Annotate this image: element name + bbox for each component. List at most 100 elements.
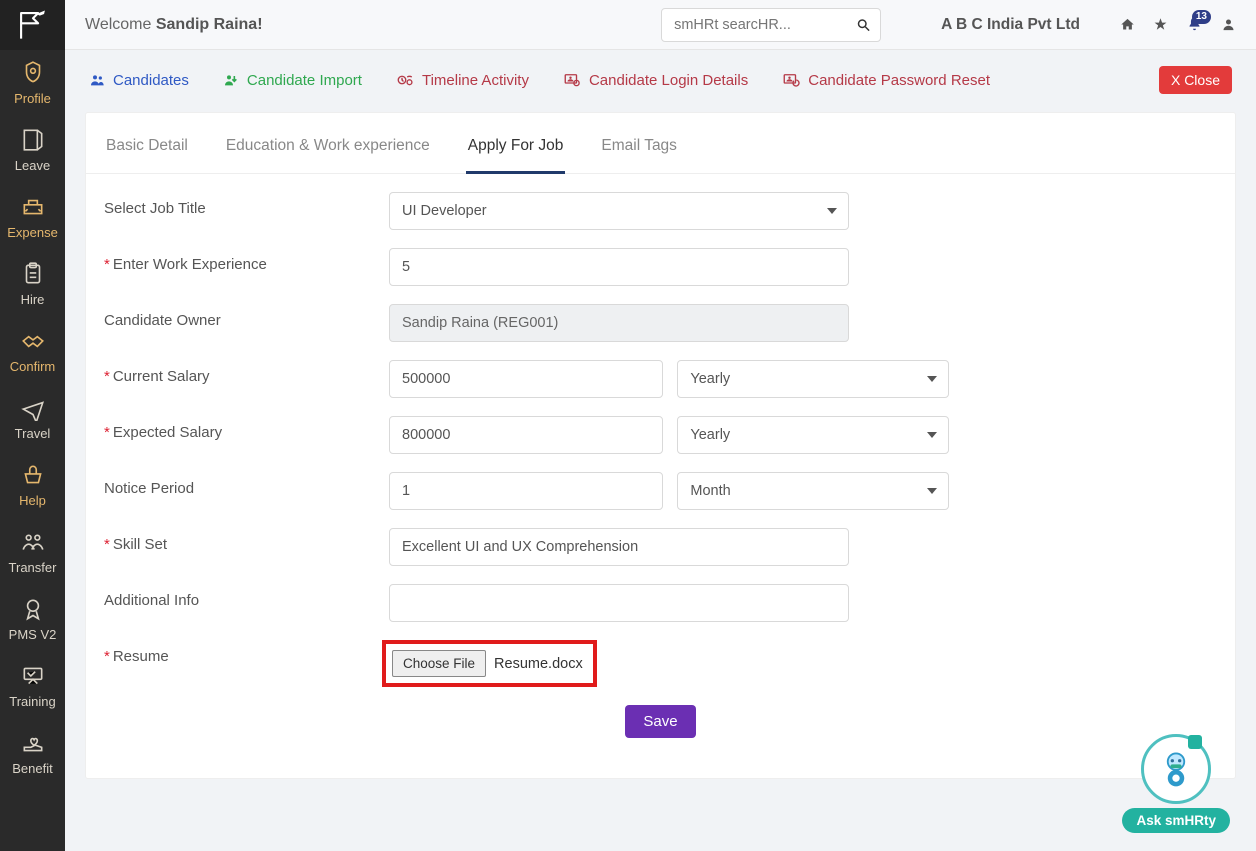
- secnav-candidate-import[interactable]: Candidate Import: [223, 72, 362, 89]
- job-title-select[interactable]: UI Developer: [389, 192, 849, 230]
- login-details-icon: [563, 71, 581, 89]
- expected-salary-period-select[interactable]: Yearly: [677, 416, 949, 454]
- chat-widget[interactable]: Ask smHRty: [1122, 734, 1230, 833]
- close-button[interactable]: X Close: [1159, 66, 1232, 94]
- skill-set-label: *Skill Set: [104, 528, 389, 553]
- owner-label: Candidate Owner: [104, 304, 389, 329]
- sidebar-item-expense[interactable]: Expense: [0, 184, 65, 251]
- chat-avatar[interactable]: [1141, 734, 1211, 804]
- topbar: Welcome Sandip Raina! A B C India Pvt Lt…: [65, 0, 1256, 50]
- expense-icon: [20, 194, 46, 220]
- expected-salary-label: *Expected Salary: [104, 416, 389, 441]
- notification-count: 13: [1192, 10, 1211, 24]
- sidebar-item-training[interactable]: Training: [0, 653, 65, 720]
- current-salary-input[interactable]: [389, 360, 663, 398]
- logo-flag-icon: [16, 8, 50, 42]
- secnav-label: Candidates: [113, 72, 189, 89]
- sidebar-item-label: Transfer: [9, 561, 57, 574]
- tab-education-work[interactable]: Education & Work experience: [224, 137, 432, 174]
- sidebar: Profile Leave Expense Hire Confirm Trave…: [0, 0, 65, 851]
- additional-info-input[interactable]: [389, 584, 849, 622]
- secnav-password-reset[interactable]: Candidate Password Reset: [782, 71, 990, 89]
- secnav-label: Timeline Activity: [422, 72, 529, 89]
- hire-clipboard-icon: [20, 261, 46, 287]
- sidebar-item-label: Travel: [15, 427, 51, 440]
- home-icon[interactable]: [1120, 17, 1135, 32]
- sidebar-item-transfer[interactable]: Transfer: [0, 519, 65, 586]
- search-icon[interactable]: [856, 17, 871, 32]
- chat-label[interactable]: Ask smHRty: [1122, 808, 1230, 833]
- additional-info-label: Additional Info: [104, 584, 389, 609]
- secnav-candidates[interactable]: Candidates: [89, 72, 189, 89]
- star-icon[interactable]: [1153, 17, 1168, 32]
- sidebar-item-label: Hire: [21, 293, 45, 306]
- leave-door-icon: [20, 127, 46, 153]
- benefit-hand-icon: [20, 730, 46, 756]
- choose-file-button[interactable]: Choose File: [392, 650, 486, 677]
- skill-set-input[interactable]: [389, 528, 849, 566]
- notice-period-label: Notice Period: [104, 472, 389, 497]
- sidebar-item-help[interactable]: Help: [0, 452, 65, 519]
- search-wrap: [661, 8, 881, 42]
- timeline-icon: [396, 71, 414, 89]
- sidebar-item-label: PMS V2: [9, 628, 57, 641]
- notice-unit-select[interactable]: Month: [677, 472, 949, 510]
- sidebar-item-label: Leave: [15, 159, 50, 172]
- search-input[interactable]: [661, 8, 881, 42]
- travel-plane-icon: [20, 395, 46, 421]
- import-icon: [223, 72, 239, 88]
- inner-tabs: Basic Detail Education & Work experience…: [86, 113, 1235, 174]
- work-exp-label: *Enter Work Experience: [104, 248, 389, 273]
- help-basket-icon: [20, 462, 46, 488]
- secnav-label: Candidate Login Details: [589, 72, 748, 89]
- welcome-prefix: Welcome: [85, 16, 156, 33]
- sidebar-item-label: Profile: [14, 92, 51, 105]
- welcome-text: Welcome Sandip Raina!: [85, 16, 263, 34]
- confirm-handshake-icon: [20, 328, 46, 354]
- pms-medal-icon: [20, 596, 46, 622]
- resume-file-name: Resume.docx: [494, 656, 583, 672]
- tab-basic-detail[interactable]: Basic Detail: [104, 137, 190, 174]
- sidebar-item-label: Training: [9, 695, 55, 708]
- resume-upload-highlight: Choose File Resume.docx: [382, 640, 597, 687]
- resume-label: *Resume: [104, 640, 389, 665]
- owner-input: [389, 304, 849, 342]
- sidebar-item-label: Benefit: [12, 762, 52, 775]
- company-name: A B C India Pvt Ltd: [941, 16, 1080, 34]
- secondary-nav: Candidates Candidate Import Timeline Act…: [65, 50, 1256, 112]
- sidebar-item-benefit[interactable]: Benefit: [0, 720, 65, 787]
- secnav-label: Candidate Import: [247, 72, 362, 89]
- sidebar-item-confirm[interactable]: Confirm: [0, 318, 65, 385]
- app-logo: [0, 0, 65, 50]
- secnav-login-details[interactable]: Candidate Login Details: [563, 71, 748, 89]
- password-reset-icon: [782, 71, 800, 89]
- main-area: Welcome Sandip Raina! A B C India Pvt Lt…: [65, 0, 1256, 851]
- transfer-people-icon: [20, 529, 46, 555]
- job-title-label: Select Job Title: [104, 192, 389, 217]
- sidebar-item-pms[interactable]: PMS V2: [0, 586, 65, 653]
- current-salary-period-select[interactable]: Yearly: [677, 360, 949, 398]
- expected-salary-input[interactable]: [389, 416, 663, 454]
- notice-value-input[interactable]: [389, 472, 663, 510]
- sidebar-item-hire[interactable]: Hire: [0, 251, 65, 318]
- user-icon[interactable]: [1221, 17, 1236, 32]
- secnav-timeline[interactable]: Timeline Activity: [396, 71, 529, 89]
- sidebar-item-profile[interactable]: Profile: [0, 50, 65, 117]
- candidate-card: Basic Detail Education & Work experience…: [85, 112, 1236, 779]
- profile-icon: [20, 60, 46, 86]
- candidates-icon: [89, 72, 105, 88]
- work-exp-input[interactable]: [389, 248, 849, 286]
- notifications-icon[interactable]: 13: [1186, 16, 1203, 33]
- training-board-icon: [20, 663, 46, 689]
- tab-email-tags[interactable]: Email Tags: [599, 137, 679, 174]
- sidebar-item-label: Confirm: [10, 360, 56, 373]
- sidebar-item-leave[interactable]: Leave: [0, 117, 65, 184]
- apply-for-job-form: Select Job Title UI Developer *Enter Wor…: [86, 174, 1235, 738]
- save-button[interactable]: Save: [625, 705, 695, 738]
- secnav-label: Candidate Password Reset: [808, 72, 990, 89]
- chat-status-dot: [1188, 735, 1202, 749]
- sidebar-item-travel[interactable]: Travel: [0, 385, 65, 452]
- bot-icon: [1154, 747, 1198, 791]
- welcome-username: Sandip Raina!: [156, 16, 263, 33]
- tab-apply-for-job[interactable]: Apply For Job: [466, 137, 566, 174]
